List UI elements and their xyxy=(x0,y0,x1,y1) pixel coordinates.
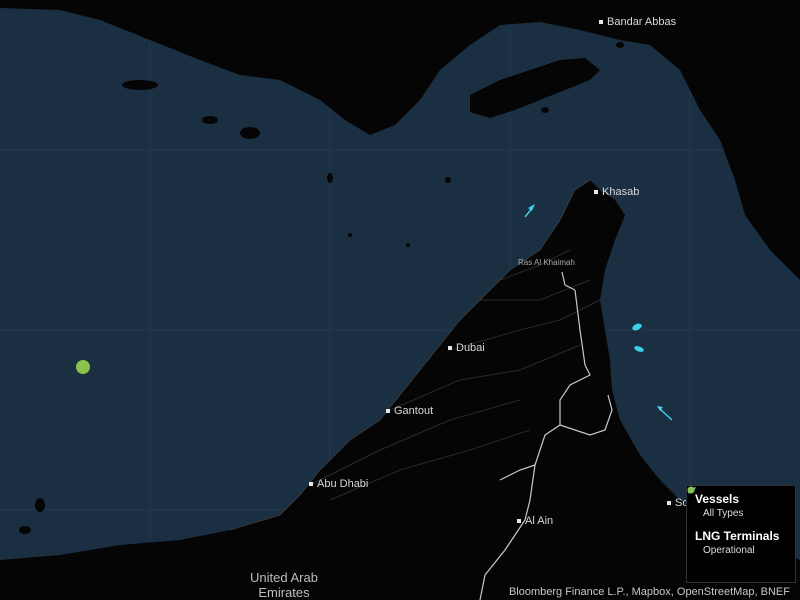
vessel-marker[interactable] xyxy=(633,345,644,353)
vessel-marker[interactable] xyxy=(524,204,535,218)
city-label-gantout: Gantout xyxy=(386,405,433,417)
city-dot-icon xyxy=(386,409,390,414)
city-label-khasab: Khasab xyxy=(594,186,639,198)
legend-vessels-title: Vessels xyxy=(695,492,740,506)
map-attribution: Bloomberg Finance L.P., Mapbox, OpenStre… xyxy=(506,586,792,598)
map-legend: Vessels All Types LNG Terminals Operatio… xyxy=(686,485,796,583)
city-label-bandar-abbas: Bandar Abbas xyxy=(599,16,676,28)
city-label-abu-dhabi: Abu Dhabi xyxy=(309,478,368,490)
legend-vessels-item[interactable]: All Types xyxy=(687,487,787,519)
vessel-marker[interactable] xyxy=(657,406,673,421)
legend-lng-title: LNG Terminals xyxy=(695,529,780,543)
city-name: Khasab xyxy=(602,186,640,198)
uae-oman-landmass xyxy=(0,180,800,600)
city-name: Al Ain xyxy=(525,515,554,527)
iran-landmass xyxy=(0,0,800,280)
city-dot-icon xyxy=(599,20,603,25)
city-dot-icon xyxy=(667,501,671,506)
lng-terminal-marker[interactable] xyxy=(76,360,90,374)
map-base-layer xyxy=(0,0,800,600)
region-label-ras-al-khaimah: Ras Al Khaimah xyxy=(518,258,575,267)
city-label-al-ain: Al Ain xyxy=(517,515,553,527)
city-name: Bandar Abbas xyxy=(607,16,677,28)
legend-lng-item[interactable]: Operational xyxy=(687,486,787,556)
region-label-uae: United Arab Emirates xyxy=(250,570,318,600)
city-dot-icon xyxy=(448,346,452,351)
city-name: Gantout xyxy=(394,405,434,417)
city-dot-icon xyxy=(594,190,598,195)
city-label-dubai: Dubai xyxy=(448,342,485,354)
legend-lng-label: Operational xyxy=(703,545,755,556)
qeshm-island xyxy=(470,58,600,118)
city-dot-icon xyxy=(517,519,521,524)
city-name: Abu Dhabi xyxy=(317,478,369,490)
city-dot-icon xyxy=(309,482,313,487)
legend-vessels-label: All Types xyxy=(703,508,744,519)
map-canvas[interactable]: Bandar Abbas Khasab Dubai Gantout Abu Dh… xyxy=(0,0,800,600)
city-name: Dubai xyxy=(456,342,485,354)
